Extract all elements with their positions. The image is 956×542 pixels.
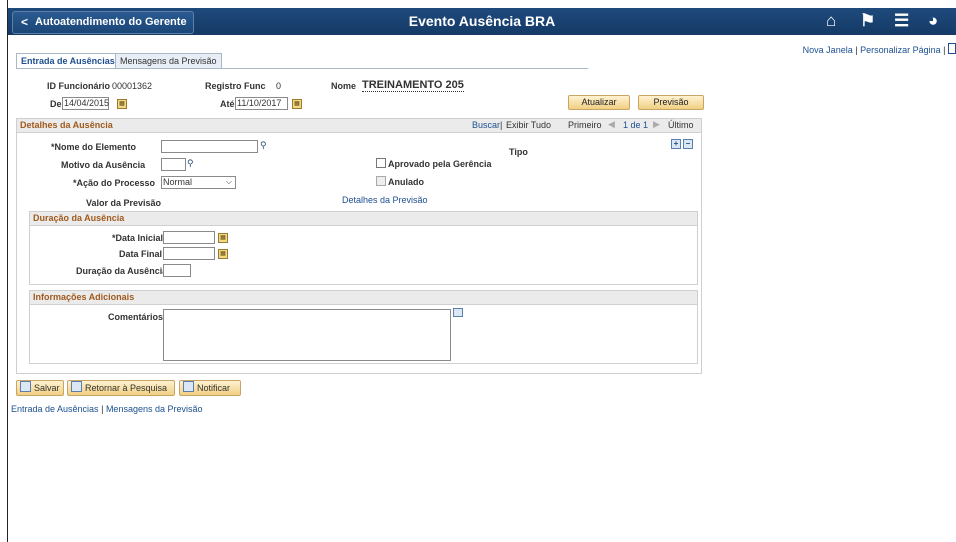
forecast-button[interactable]: Previsão [638, 95, 704, 110]
expand-text-icon[interactable] [453, 308, 463, 317]
approved-label: Aprovado pela Gerência [388, 159, 492, 169]
first-label: Primeiro [568, 120, 602, 130]
search-icon[interactable]: ⚲ [187, 158, 194, 169]
footer-links: Entrada de Ausências | Mensagens da Prev… [11, 404, 203, 414]
save-button-label: Salvar [34, 383, 60, 393]
view-all-link[interactable]: Exibir Tudo [506, 120, 551, 130]
return-button-label: Retornar à Pesquisa [85, 383, 168, 393]
to-date-field[interactable]: 11/10/2017 [235, 97, 288, 110]
end-date-field[interactable] [163, 247, 215, 260]
search-icon[interactable]: ⚲ [260, 140, 267, 151]
calendar-icon[interactable]: ▦ [218, 249, 228, 259]
voided-checkbox[interactable] [376, 176, 386, 186]
link-separator: | [101, 404, 104, 414]
employee-id-label: ID Funcionário [47, 81, 110, 91]
record-value: 0 [276, 81, 282, 91]
comments-textarea[interactable] [163, 309, 451, 361]
reason-field[interactable] [161, 158, 186, 171]
notify-button-label: Notificar [197, 383, 231, 393]
return-to-search-button[interactable]: Retornar à Pesquisa [67, 380, 175, 396]
absence-details-section: Detalhes da Ausência Buscar | Exibir Tud… [16, 118, 702, 374]
duration-header: Duração da Ausência [30, 212, 697, 226]
section-title: Duração da Ausência [33, 213, 125, 223]
duration-field[interactable] [163, 264, 191, 277]
add-row-icon[interactable]: + [671, 139, 681, 149]
absence-entry-link[interactable]: Entrada de Ausências [11, 404, 99, 414]
save-icon [20, 381, 31, 392]
employee-name: TREINAMENTO 205 [362, 79, 464, 92]
calendar-icon[interactable]: ▦ [292, 99, 302, 109]
tab-absence-entry[interactable]: Entrada de Ausências [16, 53, 120, 68]
employee-id-value: 00001362 [112, 81, 153, 91]
notify-button[interactable]: Notificar [179, 380, 241, 396]
next-icon[interactable]: ▶ [653, 119, 660, 130]
to-label: Até [220, 99, 235, 109]
compass-icon[interactable]: ◕ [928, 11, 938, 31]
flag-icon[interactable]: ⚑ [860, 11, 875, 31]
previous-icon[interactable]: ◀ [608, 119, 615, 130]
forecast-value-label: Valor da Previsão [86, 198, 162, 208]
top-links: Nova Janela | Personalizar Página | [803, 43, 956, 55]
type-label: Tipo [509, 147, 528, 157]
tab-divider [16, 68, 588, 69]
calendar-icon[interactable]: ▦ [218, 233, 228, 243]
duration-section: Duração da Ausência *Data Inicial ▦ Data… [29, 211, 698, 285]
forecast-messages-link[interactable]: Mensagens da Previsão [106, 404, 203, 414]
from-date-field[interactable]: 14/04/2015 [62, 97, 109, 110]
return-icon [71, 381, 82, 392]
top-banner: < Autoatendimento do Gerente Evento Ausê… [8, 8, 956, 35]
element-name-label: *Nome do Elemento [51, 142, 137, 152]
new-window-link[interactable]: Nova Janela [803, 45, 853, 55]
section-title: Detalhes da Ausência [20, 120, 113, 130]
page-count: 1 de 1 [623, 120, 649, 130]
absence-details-header: Detalhes da Ausência Buscar | Exibir Tud… [17, 119, 701, 133]
record-label: Registro Func [205, 81, 266, 91]
save-button[interactable]: Salvar [16, 380, 64, 396]
menu-icon[interactable]: ☰ [894, 11, 909, 31]
chevron-down-icon: ⌵ [225, 177, 232, 186]
process-action-select[interactable]: Normal ⌵ [161, 176, 236, 189]
link-separator: | [500, 120, 503, 130]
find-link[interactable]: Buscar [472, 120, 500, 130]
tab-forecast-messages[interactable]: Mensagens da Previsão [115, 53, 222, 68]
process-action-label: *Ação do Processo [73, 178, 156, 188]
window-left-edge [7, 0, 8, 542]
calendar-icon[interactable]: ▦ [117, 99, 127, 109]
forecast-details-link[interactable]: Detalhes da Previsão [342, 195, 428, 205]
duration-label: Duração da Ausência [76, 266, 168, 276]
additional-info-section: Informações Adicionais Comentários [29, 290, 698, 364]
reason-label: Motivo da Ausência [61, 160, 146, 170]
delete-row-icon[interactable]: − [683, 139, 693, 149]
start-date-field[interactable] [163, 231, 215, 244]
update-button[interactable]: Atualizar [568, 95, 630, 110]
help-icon[interactable] [948, 43, 956, 54]
section-title: Informações Adicionais [33, 292, 135, 302]
page-title: Evento Ausência BRA [408, 13, 556, 29]
approved-checkbox[interactable] [376, 158, 386, 168]
from-label: De [50, 99, 62, 109]
additional-info-header: Informações Adicionais [30, 291, 697, 305]
name-label: Nome [331, 81, 357, 91]
process-action-value: Normal [163, 177, 193, 187]
voided-label: Anulado [388, 177, 424, 187]
personalize-page-link[interactable]: Personalizar Página [860, 45, 941, 55]
notify-icon [183, 381, 194, 392]
start-date-label: *Data Inicial [112, 233, 164, 243]
last-label: Último [668, 120, 694, 130]
comments-label: Comentários [108, 312, 164, 322]
end-date-label: Data Final [119, 249, 163, 259]
element-name-field[interactable] [161, 140, 258, 153]
home-icon[interactable]: ⌂ [826, 11, 836, 31]
